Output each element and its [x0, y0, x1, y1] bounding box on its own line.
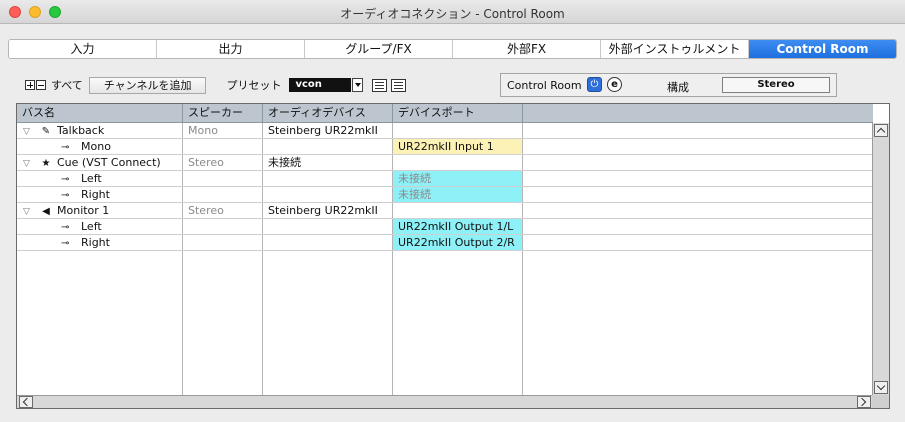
device-port-cell[interactable]	[393, 203, 522, 218]
toolbar: すべて チャンネルを追加 プリセット vcon	[25, 76, 407, 94]
bus-name-label: Talkback	[57, 124, 105, 137]
control-room-panel: Control Room ⏻ e 構成 Stereo	[500, 73, 837, 97]
column-header-audio-device[interactable]: オーディオデバイス	[263, 104, 393, 123]
config-label: 構成	[667, 81, 689, 94]
column-header-empty	[523, 104, 873, 123]
connector-icon: ⊸	[61, 142, 70, 153]
device-port-cell[interactable]: 未接続	[393, 187, 522, 202]
control-room-label: Control Room	[507, 79, 582, 92]
scroll-up-icon[interactable]	[874, 124, 888, 137]
bus-table: バス名 スピーカー オーディオデバイス デバイスポート ▽ ✎ Talkback Mo…	[16, 103, 890, 409]
audio-device-cell[interactable]	[268, 139, 390, 154]
connector-icon: ⊸	[61, 190, 70, 201]
bus-name-cell[interactable]: ⊸ Left	[61, 219, 179, 234]
vertical-scrollbar[interactable]	[872, 123, 889, 395]
table-row[interactable]: ⊸ Right UR22mkII Output 2/R	[17, 235, 873, 251]
table-row[interactable]: ▽ ★ Cue (VST Connect) Stereo 未接続	[17, 155, 873, 171]
speaker-cell[interactable]: Mono	[188, 123, 260, 138]
tab-bar: 入力 出力 グループ/FX 外部FX 外部インストゥルメント Control Room	[8, 39, 897, 59]
bus-name-cell[interactable]: ⊸ Left	[61, 171, 179, 186]
tab-5[interactable]: 外部インストゥルメント	[601, 40, 749, 58]
speaker-cell[interactable]: Stereo	[188, 155, 260, 170]
scroll-left-icon[interactable]	[19, 396, 33, 408]
table-row[interactable]: ▽ ✎ Talkback Mono Steinberg UR22mkII	[17, 123, 873, 139]
audio-device-cell[interactable]: 未接続	[268, 155, 390, 170]
column-header-bus-name[interactable]: バス名	[17, 104, 183, 123]
expand-triangle-icon[interactable]: ▽	[23, 157, 33, 170]
audio-device-cell[interactable]: Steinberg UR22mkII	[268, 123, 390, 138]
speaker-cell[interactable]	[188, 219, 260, 234]
scroll-right-icon[interactable]	[857, 396, 871, 408]
bus-name-label: Left	[81, 172, 102, 185]
tab-4[interactable]: 外部FX	[453, 40, 601, 58]
remove-preset-icon[interactable]	[391, 78, 407, 92]
config-select[interactable]: Stereo	[722, 77, 830, 93]
bus-name-label: Left	[81, 220, 102, 233]
device-port-cell[interactable]	[393, 155, 522, 170]
bus-name-cell[interactable]: ▽ ✎ Talkback	[23, 123, 179, 138]
expand-triangle-icon[interactable]: ▽	[23, 205, 33, 218]
tab-1[interactable]: 入力	[9, 40, 157, 58]
tab-6[interactable]: Control Room	[749, 40, 896, 58]
connector-icon: ⊸	[61, 174, 70, 185]
speaker-cell[interactable]	[188, 139, 260, 154]
audio-device-cell[interactable]	[268, 235, 390, 250]
connector-icon: ⊸	[61, 222, 70, 233]
scroll-down-icon[interactable]	[874, 381, 888, 394]
speaker-cell[interactable]	[188, 187, 260, 202]
store-preset-icon[interactable]	[372, 78, 388, 92]
table-row[interactable]: ⊸ Left UR22mkII Output 1/L	[17, 219, 873, 235]
audio-device-cell[interactable]	[268, 171, 390, 186]
speaker-cell[interactable]: Stereo	[188, 203, 260, 218]
audio-device-cell[interactable]	[268, 219, 390, 234]
window-title: オーディオコネクション - Control Room	[340, 7, 565, 21]
table-row[interactable]: ⊸ Left 未接続	[17, 171, 873, 187]
device-port-cell[interactable]: UR22mkII Output 2/R	[393, 235, 522, 250]
preset-select[interactable]: vcon	[289, 78, 352, 92]
bus-name-cell[interactable]: ▽ ★ Cue (VST Connect)	[23, 155, 179, 170]
bus-name-cell[interactable]: ⊸ Right	[61, 187, 179, 202]
tab-2[interactable]: 出力	[157, 40, 305, 58]
title-bar: オーディオコネクション - Control Room	[0, 0, 905, 24]
column-header-speaker[interactable]: スピーカー	[183, 104, 263, 123]
column-header-device-port[interactable]: デバイスポート	[393, 104, 523, 123]
microphone-icon: ✎	[41, 126, 51, 137]
preset-dropdown-icon[interactable]	[352, 78, 364, 92]
bus-name-cell[interactable]: ▽ ◀ Monitor 1	[23, 203, 179, 218]
device-port-cell[interactable]: 未接続	[393, 171, 522, 186]
edit-icon[interactable]: e	[607, 77, 622, 92]
bus-name-cell[interactable]: ⊸ Mono	[61, 139, 179, 154]
bus-name-cell[interactable]: ⊸ Right	[61, 235, 179, 250]
power-icon[interactable]: ⏻	[587, 77, 602, 92]
star-icon: ★	[41, 158, 51, 169]
audio-device-cell[interactable]: Steinberg UR22mkII	[268, 203, 390, 218]
bus-name-label: Right	[81, 188, 110, 201]
bus-name-label: Monitor 1	[57, 204, 110, 217]
table-row[interactable]: ⊸ Mono UR22mkII Input 1	[17, 139, 873, 155]
add-channel-button[interactable]: チャンネルを追加	[88, 76, 207, 94]
table-row[interactable]: ▽ ◀ Monitor 1 Stereo Steinberg UR22mkII	[17, 203, 873, 219]
table-header: バス名 スピーカー オーディオデバイス デバイスポート	[17, 104, 873, 123]
speaker-icon: ◀	[42, 206, 50, 217]
tab-3[interactable]: グループ/FX	[305, 40, 453, 58]
collapse-all-icon[interactable]	[36, 80, 46, 90]
speaker-cell[interactable]	[188, 171, 260, 186]
horizontal-scrollbar[interactable]	[17, 395, 873, 408]
preset-label: プリセット	[226, 79, 282, 92]
expand-triangle-icon[interactable]: ▽	[23, 125, 33, 138]
device-port-cell[interactable]	[393, 123, 522, 138]
bus-name-label: Right	[81, 236, 110, 249]
expand-all-icon[interactable]	[25, 80, 35, 90]
device-port-cell[interactable]: UR22mkII Output 1/L	[393, 219, 522, 234]
audio-device-cell[interactable]	[268, 187, 390, 202]
device-port-cell[interactable]: UR22mkII Input 1	[393, 139, 522, 154]
all-label: すべて	[51, 79, 83, 92]
speaker-cell[interactable]	[188, 235, 260, 250]
bus-name-label: Cue (VST Connect)	[57, 156, 161, 169]
table-row[interactable]: ⊸ Right 未接続	[17, 187, 873, 203]
scroll-corner	[872, 395, 889, 408]
connector-icon: ⊸	[61, 238, 70, 249]
bus-name-label: Mono	[81, 140, 111, 153]
